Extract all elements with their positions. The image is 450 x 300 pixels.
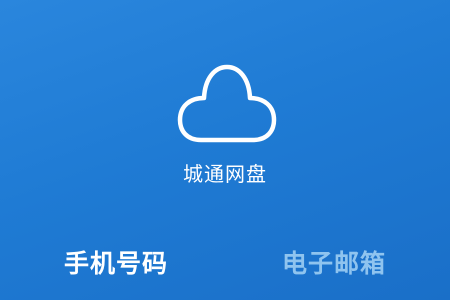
cloud-icon [174,58,280,148]
app-splash-screen: 城通网盘 手机号码 电子邮箱 [0,0,450,300]
login-method-tabs: 手机号码 电子邮箱 [0,244,450,284]
app-name: 城通网盘 [183,162,267,186]
tab-email[interactable]: 电子邮箱 [282,244,386,284]
tab-phone-number[interactable]: 手机号码 [64,244,168,284]
